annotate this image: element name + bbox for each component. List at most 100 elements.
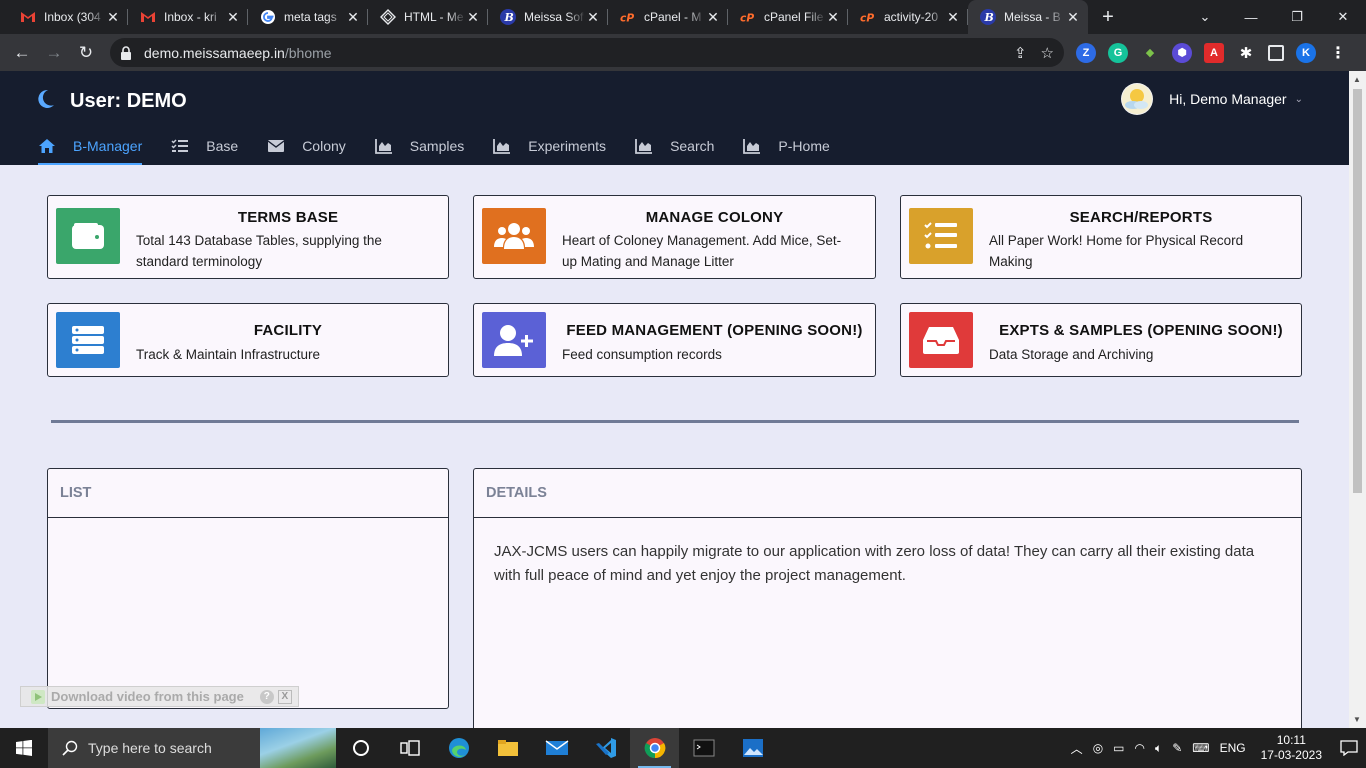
nav-item-experiments[interactable]: Experiments	[493, 127, 606, 165]
new-tab-button[interactable]: +	[1094, 3, 1122, 31]
card-title: TERMS BASE	[237, 209, 339, 226]
pdf-extension-icon[interactable]: A	[1204, 42, 1224, 63]
restore-button[interactable]: ❐	[1274, 0, 1320, 34]
nav-item-base[interactable]: Base	[171, 127, 238, 165]
help-icon[interactable]: ?	[259, 689, 274, 704]
language-indicator[interactable]: ENG	[1220, 741, 1246, 755]
browser-tab[interactable]: B Meissa - B ✕	[968, 0, 1088, 34]
module-card[interactable]: TERMS BASE Total 143 Database Tables, sup…	[47, 195, 449, 279]
wifi-icon[interactable]: ◠	[1135, 741, 1145, 755]
show-hidden-icons-chevron-icon[interactable]: ︿	[1071, 740, 1083, 757]
svg-text:cP: cP	[860, 11, 874, 23]
module-card[interactable]: EXPTS & SAMPLES (OPENING SOON!) Data Stor…	[900, 303, 1302, 377]
meet-now-icon[interactable]: ◎	[1093, 741, 1103, 755]
download-video-label[interactable]: Download video from this page	[51, 689, 244, 704]
grammarly-extension-icon[interactable]: G	[1108, 42, 1128, 63]
chevron-down-icon: ⌄	[1294, 93, 1303, 105]
tab-title: Meissa - B	[1004, 10, 1061, 24]
shape-extension-icon[interactable]: ⬢	[1172, 42, 1192, 63]
reload-button[interactable]: ↻	[70, 37, 102, 69]
start-button[interactable]	[0, 728, 48, 768]
share-icon[interactable]: ⇪	[1014, 44, 1027, 62]
tab-close-icon[interactable]: ✕	[946, 9, 960, 26]
bookmark-star-icon[interactable]: ☆	[1041, 44, 1054, 62]
search-icon	[62, 740, 78, 756]
terminal-icon[interactable]	[679, 728, 728, 768]
tab-search-icon[interactable]: ⌄	[1182, 0, 1228, 34]
browser-tab[interactable]: meta tags ✕	[248, 0, 368, 34]
nav-item-label: Experiments	[528, 138, 607, 154]
tab-close-icon[interactable]: ✕	[706, 9, 720, 26]
browser-tab[interactable]: HTML - Me ✕	[368, 0, 488, 34]
home-icon	[38, 138, 58, 154]
nav-item-samples[interactable]: Samples	[374, 127, 464, 165]
users-icon	[482, 208, 546, 264]
browser-tab[interactable]: cP activity-20 ✕	[848, 0, 968, 34]
tab-close-icon[interactable]: ✕	[586, 9, 600, 26]
browser-tab-strip: Inbox (304 ✕ Inbox - kri ✕ meta tags ✕ HTML - …	[0, 0, 1366, 34]
notification-icon[interactable]	[1332, 728, 1366, 768]
menu-dots-icon[interactable]: ⋮	[1328, 43, 1348, 63]
module-card[interactable]: FEED MANAGEMENT (OPENING SOON!) Feed cons…	[473, 303, 876, 377]
extensions-puzzle-icon[interactable]: ✱	[1236, 43, 1256, 63]
zoom-extension-icon[interactable]: Z	[1076, 42, 1096, 63]
svg-text:B: B	[984, 11, 994, 24]
tab-close-icon[interactable]: ✕	[1066, 9, 1080, 26]
side-panel-icon[interactable]	[1268, 44, 1284, 61]
google-icon	[260, 9, 276, 25]
list-panel-body	[48, 518, 448, 562]
browser-tab[interactable]: Inbox (304 ✕	[8, 0, 128, 34]
forward-button[interactable]: →	[38, 37, 70, 69]
battery-icon[interactable]: ▭	[1113, 741, 1124, 755]
address-bar[interactable]: demo.meissamaeep.in/bhome ⇪ ☆	[110, 38, 1064, 67]
chrome-icon[interactable]	[630, 728, 679, 768]
tab-close-icon[interactable]: ✕	[826, 9, 840, 26]
scroll-up-icon[interactable]: ▲	[1353, 75, 1361, 84]
clock-time: 10:11	[1276, 733, 1306, 747]
volume-icon[interactable]: 🔈︎	[1155, 741, 1162, 756]
clock[interactable]: 10:11 17-03-2023	[1261, 733, 1322, 763]
vscode-icon[interactable]	[581, 728, 630, 768]
nav-item-colony[interactable]: Colony	[267, 127, 346, 165]
svg-text:cP: cP	[740, 11, 754, 23]
mail-icon[interactable]	[532, 728, 581, 768]
taskbar-search[interactable]: Type here to search	[48, 728, 336, 768]
tab-close-icon[interactable]: ✕	[346, 9, 360, 26]
download-video-bar[interactable]: Download video from this page ? X	[20, 686, 299, 707]
brand: User: DEMO	[34, 88, 187, 115]
cortana-icon[interactable]	[336, 728, 385, 768]
touch-keyboard-icon[interactable]: ⌨	[1192, 741, 1209, 755]
color-extension-icon[interactable]: ◆	[1140, 43, 1160, 63]
module-card[interactable]: FACILITY Track & Maintain Infrastructure	[47, 303, 449, 377]
minimize-button[interactable]: —	[1228, 0, 1274, 34]
edge-icon[interactable]	[434, 728, 483, 768]
browser-tab[interactable]: Inbox - kri ✕	[128, 0, 248, 34]
nav-item-search[interactable]: Search	[635, 127, 714, 165]
module-card[interactable]: SEARCH/REPORTS All Paper Work! Home for P…	[900, 195, 1302, 279]
photos-icon[interactable]	[728, 728, 777, 768]
browser-tab[interactable]: cP cPanel File ✕	[728, 0, 848, 34]
browser-tab[interactable]: B Meissa Sof ✕	[488, 0, 608, 34]
file-explorer-icon[interactable]	[483, 728, 532, 768]
page-scrollbar[interactable]: ▲ ▼	[1349, 71, 1366, 728]
tab-close-icon[interactable]: ✕	[106, 9, 120, 26]
module-card[interactable]: MANAGE COLONY Heart of Coloney Management…	[473, 195, 876, 279]
envelope-icon	[267, 138, 287, 154]
back-button[interactable]: ←	[6, 37, 38, 69]
nav-item-p-home[interactable]: P-Home	[743, 127, 830, 165]
system-tray: ︿ ◎ ▭ ◠ 🔈︎ ✎ ⌨ ENG 10:11 17-03-2023	[1066, 728, 1366, 768]
scroll-thumb[interactable]	[1353, 89, 1362, 493]
tab-close-icon[interactable]: ✕	[226, 9, 240, 26]
close-window-button[interactable]: ✕	[1320, 0, 1366, 34]
web-icon	[380, 9, 396, 25]
user-title: User: DEMO	[70, 90, 187, 112]
nav-item-b-manager[interactable]: B-Manager	[38, 127, 143, 165]
scroll-down-icon[interactable]: ▼	[1353, 715, 1361, 724]
profile-avatar[interactable]: K	[1296, 42, 1316, 63]
browser-tab[interactable]: cP cPanel - M ✕	[608, 0, 728, 34]
task-view-icon[interactable]	[385, 728, 434, 768]
close-icon[interactable]: X	[277, 689, 292, 704]
pen-icon[interactable]: ✎	[1172, 741, 1182, 755]
tab-close-icon[interactable]: ✕	[466, 9, 480, 26]
user-menu[interactable]: Hi, Demo Manager ⌄	[1121, 83, 1303, 115]
